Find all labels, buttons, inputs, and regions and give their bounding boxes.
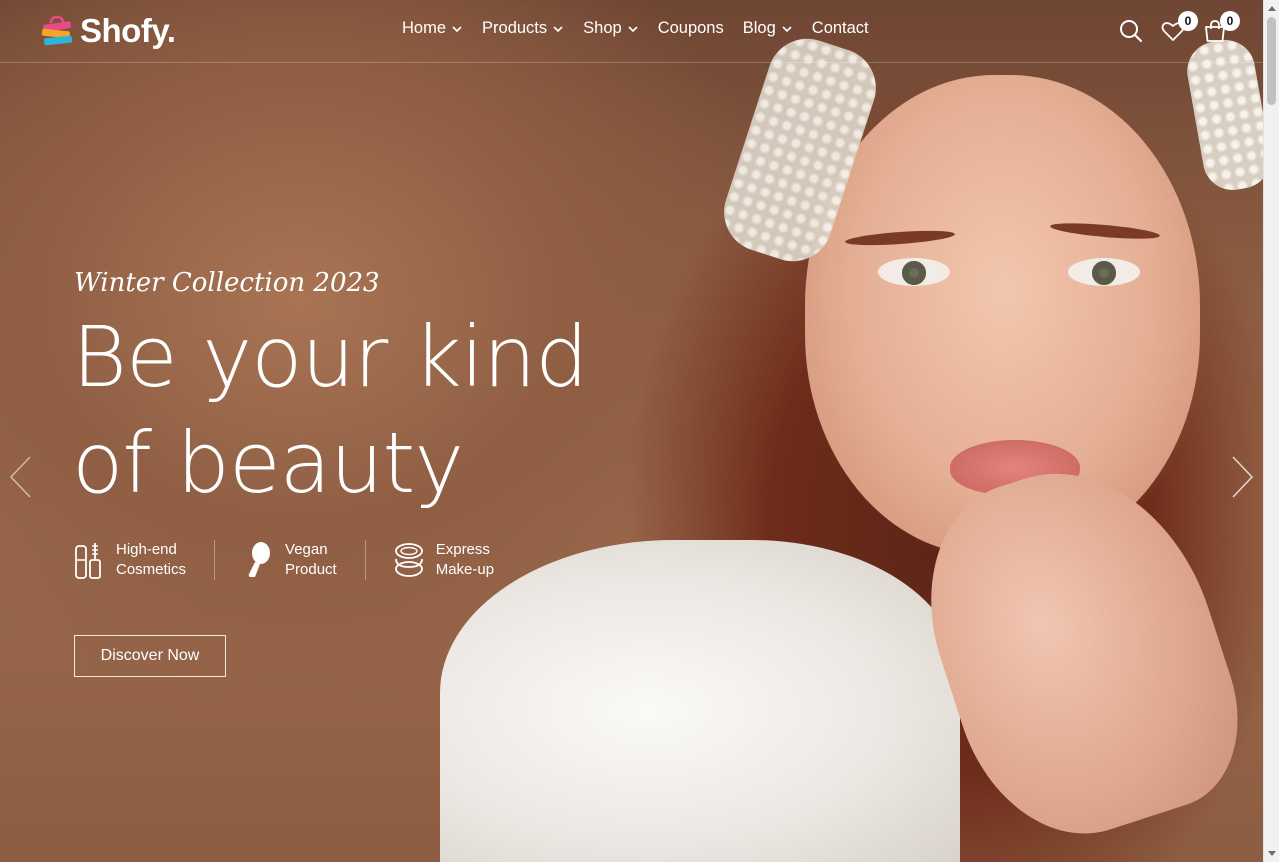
cart-button[interactable]: 0	[1202, 11, 1240, 44]
logo-bag-icon	[41, 15, 73, 46]
cosmetics-icon	[75, 543, 101, 579]
model-eye-left	[878, 258, 950, 286]
nav-coupons[interactable]: Coupons	[658, 19, 724, 38]
nav-products[interactable]: Products	[482, 19, 564, 38]
page-scrollbar[interactable]	[1263, 0, 1279, 862]
discover-now-button[interactable]: Discover Now	[74, 635, 226, 677]
cart-count-badge: 0	[1220, 11, 1240, 31]
feature-label: High-end Cosmetics	[116, 541, 187, 578]
feature-high-end-cosmetics: High-end Cosmetics	[74, 540, 214, 580]
nav-coupons-label: Coupons	[657, 19, 724, 37]
nav-home-label: Home	[402, 19, 447, 37]
nav-products-label: Products	[482, 19, 548, 37]
model-eye-right	[1068, 258, 1140, 286]
nav-shop[interactable]: Shop	[583, 19, 639, 38]
nav-shop-label: Shop	[583, 19, 622, 37]
makeup-compact-icon	[394, 543, 423, 577]
site-header: Shofy. Home Products Shop Coupons Blog C…	[0, 0, 1263, 63]
search-button[interactable]	[1118, 18, 1144, 44]
feature-express-makeup: Express Make-up	[364, 540, 522, 580]
scroll-down-arrow-icon[interactable]	[1268, 851, 1276, 856]
scroll-up-arrow-icon[interactable]	[1268, 6, 1276, 11]
slider-next-arrow-icon[interactable]	[1231, 455, 1255, 499]
chevron-down-icon	[628, 25, 638, 32]
header-actions: 0 0	[1118, 11, 1240, 44]
wishlist-count-badge: 0	[1178, 11, 1198, 31]
hero-headline-line-1: Be your kind	[72, 308, 589, 406]
feature-label: Vegan Product	[285, 541, 337, 578]
hero-headline: Be your kind of beauty	[72, 304, 589, 516]
chevron-down-icon	[452, 25, 462, 32]
slider-prev-arrow-icon[interactable]	[8, 455, 32, 499]
hero-model-dress	[440, 540, 960, 862]
main-nav: Home Products Shop Coupons Blog Contact	[402, 19, 869, 38]
hero-subtitle: Winter Collection 2023	[74, 268, 380, 298]
search-icon	[1120, 20, 1143, 43]
hero-headline-line-2: of beauty	[72, 414, 464, 512]
hero-features: High-end Cosmetics Vegan Product Express…	[74, 540, 522, 580]
scrollbar-thumb[interactable]	[1267, 17, 1276, 105]
feature-label: Express Make-up	[435, 541, 495, 578]
chevron-down-icon	[553, 25, 563, 32]
nav-contact[interactable]: Contact	[812, 19, 869, 38]
brand-name: Shofy.	[80, 12, 176, 49]
nav-blog[interactable]: Blog	[743, 19, 793, 38]
nav-blog-label: Blog	[742, 19, 776, 37]
vegan-icon	[248, 542, 271, 577]
wishlist-button[interactable]: 0	[1160, 11, 1198, 44]
nav-home[interactable]: Home	[402, 19, 463, 38]
nav-contact-label: Contact	[811, 19, 869, 37]
hero-slider: Shofy. Home Products Shop Coupons Blog C…	[0, 0, 1263, 862]
brand-logo[interactable]: Shofy.	[40, 12, 176, 50]
chevron-down-icon	[782, 25, 792, 32]
feature-vegan-product: Vegan Product	[214, 540, 365, 580]
